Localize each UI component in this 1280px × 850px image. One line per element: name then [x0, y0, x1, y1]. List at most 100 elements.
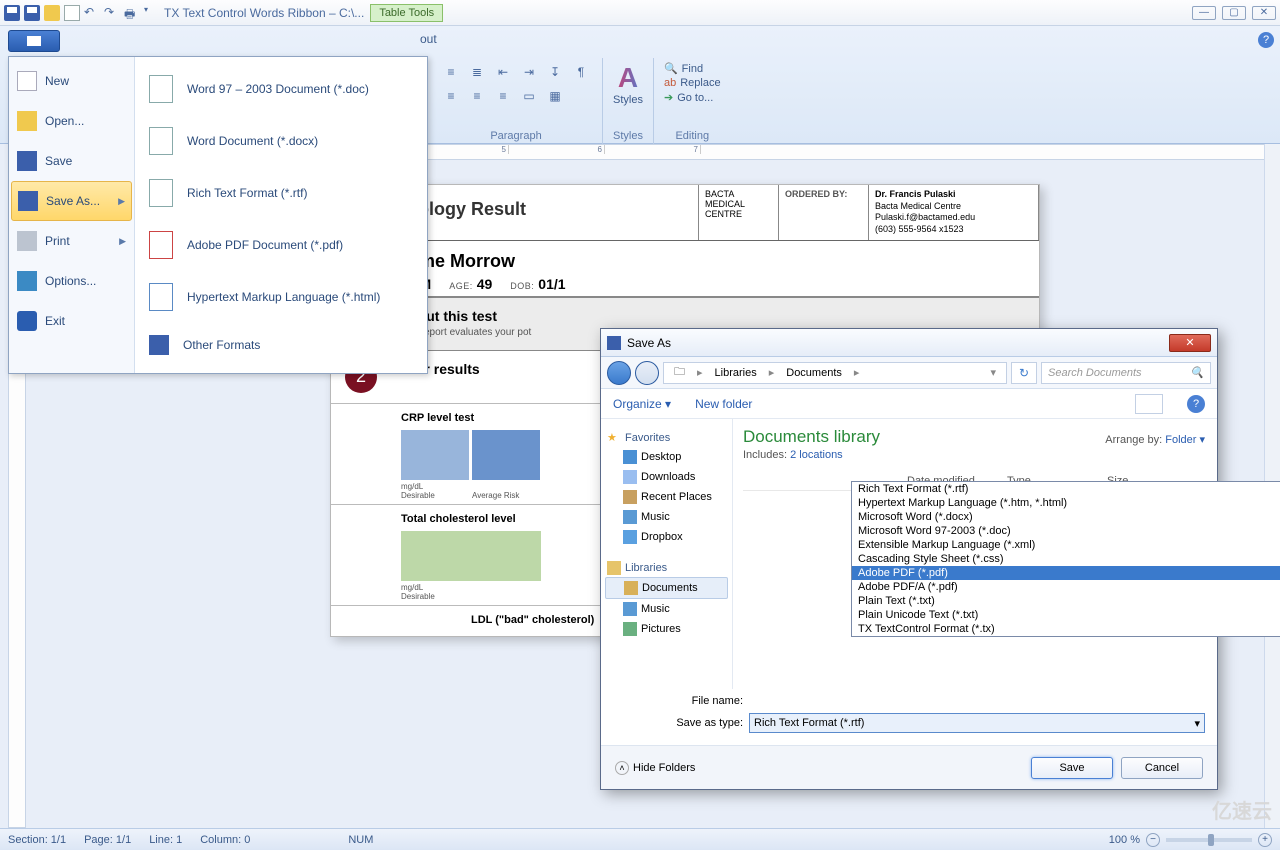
arrange-by[interactable]: Arrange by: Folder ▾	[1105, 433, 1205, 446]
numbering-icon[interactable]: ≣	[466, 62, 488, 82]
qat-print-icon[interactable]: 🖶	[124, 5, 140, 21]
format-rtf[interactable]: Rich Text Format (*.rtf)	[135, 167, 427, 219]
filetype-option[interactable]: TX TextControl Format (*.tx)	[852, 622, 1280, 636]
sort-icon[interactable]: ↧	[544, 62, 566, 82]
ribbon-tab-layout[interactable]: out	[420, 32, 437, 46]
file-item-saveas[interactable]: Save As...▶	[11, 181, 132, 221]
rtf-icon	[149, 179, 173, 207]
styles-button-label[interactable]: Styles	[613, 94, 643, 106]
saveas-icon	[18, 191, 38, 211]
submenu-arrow-icon: ▶	[118, 196, 125, 207]
tree-downloads[interactable]: Downloads	[605, 467, 728, 487]
filetype-option[interactable]: Microsoft Word (*.docx)	[852, 510, 1280, 524]
titlebar: ↶ ↷ 🖶 ▾ TX Text Control Words Ribbon – C…	[0, 0, 1280, 26]
cancel-button[interactable]: Cancel	[1121, 757, 1203, 779]
replace-icon: ab	[664, 77, 676, 89]
filetype-option[interactable]: Rich Text Format (*.rtf)	[852, 482, 1280, 496]
tree-pictures[interactable]: Pictures	[605, 619, 728, 639]
dropbox-icon	[623, 530, 637, 544]
dialog-app-icon	[607, 336, 621, 350]
save-button[interactable]: Save	[1031, 757, 1113, 779]
tree-music2[interactable]: Music	[605, 599, 728, 619]
contextual-tab-table-tools[interactable]: Table Tools	[370, 4, 443, 22]
saveastype-combobox[interactable]: Rich Text Format (*.rtf)▾	[749, 713, 1205, 733]
qat-redo-icon[interactable]: ↷	[104, 5, 120, 21]
file-item-print[interactable]: Print▶	[9, 221, 134, 261]
align-left-icon[interactable]: ≡	[440, 86, 462, 106]
chevron-up-icon: ˄	[615, 761, 629, 775]
doc-doctor-block: Dr. Francis Pulaski Bacta Medical Centre…	[869, 185, 1039, 240]
zoom-out-button[interactable]: −	[1146, 833, 1160, 847]
close-button[interactable]: ✕	[1252, 6, 1276, 20]
exit-icon	[17, 311, 37, 331]
align-center-icon[interactable]: ≡	[466, 86, 488, 106]
zoom-slider[interactable]	[1166, 838, 1252, 842]
filetype-option[interactable]: Microsoft Word 97-2003 (*.doc)	[852, 524, 1280, 538]
format-docx[interactable]: Word Document (*.docx)	[135, 115, 427, 167]
dialog-titlebar[interactable]: Save As ✕	[601, 329, 1217, 357]
qat-new-icon[interactable]	[64, 5, 80, 21]
dialog-toolbar: Organize ▾ New folder ?	[601, 389, 1217, 419]
qat-save-icon[interactable]	[24, 5, 40, 21]
html-icon	[149, 283, 173, 311]
tree-music[interactable]: Music	[605, 507, 728, 527]
refresh-button[interactable]: ↻	[1011, 362, 1037, 384]
breadcrumb[interactable]: 🗀▸ Libraries▸ Documents▸ ▾	[663, 362, 1007, 384]
tree-desktop[interactable]: Desktop	[605, 447, 728, 467]
open-icon	[17, 111, 37, 131]
folder-tree[interactable]: ★Favorites Desktop Downloads Recent Plac…	[601, 419, 733, 689]
linespace-icon[interactable]: ≡	[492, 86, 514, 106]
zoom-control[interactable]: 100 % − +	[1109, 833, 1272, 847]
format-other[interactable]: Other Formats	[135, 323, 427, 367]
filetype-option[interactable]: Extensible Markup Language (*.xml)	[852, 538, 1280, 552]
qat-dropdown-icon[interactable]: ▾	[144, 5, 152, 21]
bullets-icon[interactable]: ≡	[440, 62, 462, 82]
filetype-option[interactable]: Cascading Style Sheet (*.css)	[852, 552, 1280, 566]
shading-icon[interactable]: ▦	[544, 86, 566, 106]
qat-undo-icon[interactable]: ↶	[84, 5, 100, 21]
hide-folders-button[interactable]: ˄Hide Folders	[615, 761, 695, 775]
format-pdf[interactable]: Adobe PDF Document (*.pdf)	[135, 219, 427, 271]
qat-open-icon[interactable]	[44, 5, 60, 21]
submenu-arrow-icon: ▶	[119, 236, 126, 247]
dialog-close-button[interactable]: ✕	[1169, 334, 1211, 352]
tree-recent[interactable]: Recent Places	[605, 487, 728, 507]
minimize-button[interactable]: —	[1192, 6, 1216, 20]
dialog-help-icon[interactable]: ?	[1187, 395, 1205, 413]
help-icon[interactable]: ?	[1258, 32, 1274, 48]
tree-dropbox[interactable]: Dropbox	[605, 527, 728, 547]
filetype-option[interactable]: Plain Text (*.txt)	[852, 594, 1280, 608]
zoom-in-button[interactable]: +	[1258, 833, 1272, 847]
search-input[interactable]: Search Documents🔍	[1041, 362, 1211, 384]
newfolder-button[interactable]: New folder	[695, 397, 752, 411]
view-button[interactable]	[1135, 394, 1163, 414]
ribbon-group-editing: 🔍Find abReplace ➔Go to... Editing	[654, 58, 731, 144]
borders-icon[interactable]: ▭	[518, 86, 540, 106]
file-item-options[interactable]: Options...	[9, 261, 134, 301]
organize-button[interactable]: Organize ▾	[613, 397, 671, 411]
filetype-option[interactable]: Plain Unicode Text (*.txt)	[852, 608, 1280, 622]
filetype-dropdown-list[interactable]: Rich Text Format (*.rtf)Hypertext Markup…	[851, 481, 1280, 637]
filetype-option[interactable]: Adobe PDF (*.pdf)	[852, 566, 1280, 580]
find-button[interactable]: 🔍Find	[664, 62, 721, 75]
file-menu-button[interactable]	[8, 30, 60, 52]
replace-button[interactable]: abReplace	[664, 77, 721, 89]
file-item-exit[interactable]: Exit	[9, 301, 134, 341]
nav-back-button[interactable]	[607, 361, 631, 385]
maximize-button[interactable]: ▢	[1222, 6, 1246, 20]
styles-icon[interactable]: A	[613, 62, 643, 94]
filetype-option[interactable]: Adobe PDF/A (*.pdf)	[852, 580, 1280, 594]
showmarks-icon[interactable]: ¶	[570, 62, 592, 82]
file-item-new[interactable]: New	[9, 61, 134, 101]
indent-icon[interactable]: ⇥	[518, 62, 540, 82]
file-item-open[interactable]: Open...	[9, 101, 134, 141]
nav-forward-button[interactable]	[635, 361, 659, 385]
outdent-icon[interactable]: ⇤	[492, 62, 514, 82]
file-item-save[interactable]: Save	[9, 141, 134, 181]
format-doc[interactable]: Word 97 – 2003 Document (*.doc)	[135, 63, 427, 115]
filetype-option[interactable]: Hypertext Markup Language (*.htm, *.html…	[852, 496, 1280, 510]
tree-documents[interactable]: Documents	[605, 577, 728, 599]
docx-icon	[149, 127, 173, 155]
format-html[interactable]: Hypertext Markup Language (*.html)	[135, 271, 427, 323]
goto-button[interactable]: ➔Go to...	[664, 91, 721, 104]
